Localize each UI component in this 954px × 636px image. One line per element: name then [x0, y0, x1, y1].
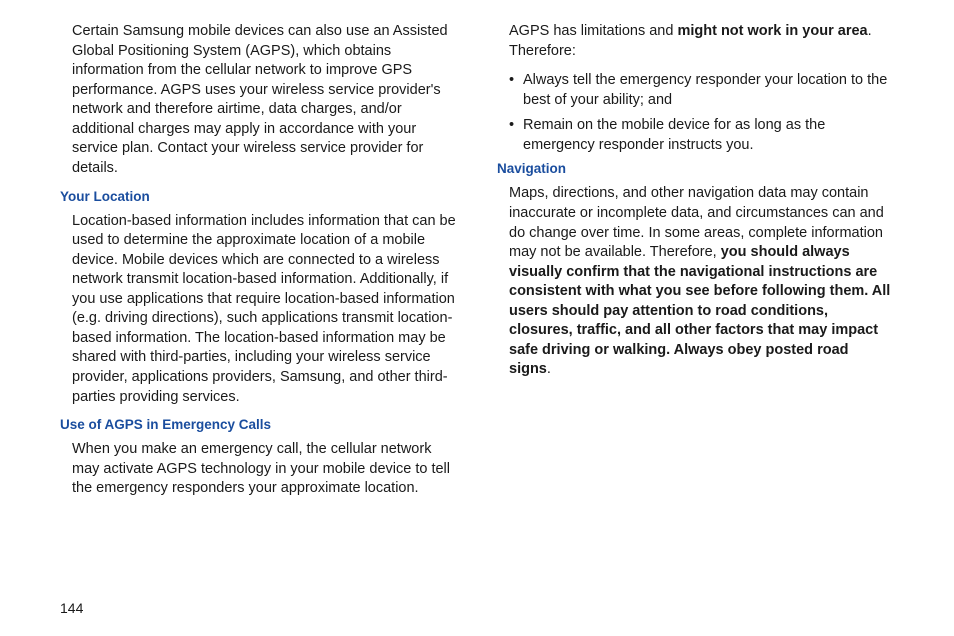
- left-column: Certain Samsung mobile devices can also …: [60, 22, 457, 509]
- section-heading-navigation: Navigation: [497, 161, 894, 176]
- paragraph: AGPS has limitations and might not work …: [509, 22, 894, 61]
- paragraph: When you make an emergency call, the cel…: [72, 440, 457, 499]
- text-run: AGPS has limitations and: [509, 23, 677, 39]
- bullet-item: Always tell the emergency responder your…: [509, 71, 894, 110]
- right-column: AGPS has limitations and might not work …: [497, 22, 894, 509]
- section-heading-your-location: Your Location: [60, 189, 457, 204]
- text-run-bold: might not work in your area: [677, 23, 867, 39]
- text-run-bold: you should always visually confirm that …: [509, 244, 890, 377]
- section-heading-agps-emergency: Use of AGPS in Emergency Calls: [60, 417, 457, 432]
- page-number: 144: [60, 600, 83, 616]
- paragraph: Certain Samsung mobile devices can also …: [72, 22, 457, 179]
- bullet-item: Remain on the mobile device for as long …: [509, 116, 894, 155]
- page-columns: Certain Samsung mobile devices can also …: [60, 22, 894, 509]
- paragraph: Maps, directions, and other navigation d…: [509, 184, 894, 380]
- paragraph: Location-based information includes info…: [72, 212, 457, 408]
- text-run: .: [547, 361, 551, 377]
